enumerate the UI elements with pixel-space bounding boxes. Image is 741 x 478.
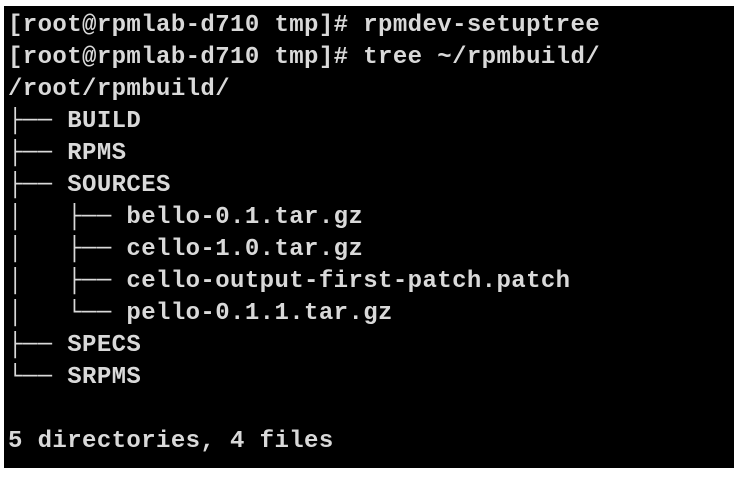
tree-item-build: ├── BUILD — [8, 108, 142, 135]
tree-item-sources: ├── SOURCES — [8, 172, 171, 199]
tree-root-path: /root/rpmbuild/ — [8, 76, 231, 103]
tree-item-pello: │ └── pello-0.1.1.tar.gz — [8, 300, 393, 327]
terminal-window: [root@rpmlab-d710 tmp]# rpmdev-setuptree… — [4, 6, 734, 468]
tree-item-bello: │ ├── bello-0.1.tar.gz — [8, 204, 364, 231]
tree-item-cello: │ ├── cello-1.0.tar.gz — [8, 236, 364, 263]
tree-item-rpms: ├── RPMS — [8, 140, 127, 167]
tree-summary: 5 directories, 4 files — [8, 428, 334, 455]
tree-item-cello-patch: │ ├── cello-output-first-patch.patch — [8, 268, 571, 295]
tree-item-specs: ├── SPECS — [8, 332, 142, 359]
command-line-setuptree: [root@rpmlab-d710 tmp]# rpmdev-setuptree — [8, 12, 601, 39]
tree-item-srpms: └── SRPMS — [8, 364, 142, 391]
command-line-tree: [root@rpmlab-d710 tmp]# tree ~/rpmbuild/ — [8, 44, 601, 71]
